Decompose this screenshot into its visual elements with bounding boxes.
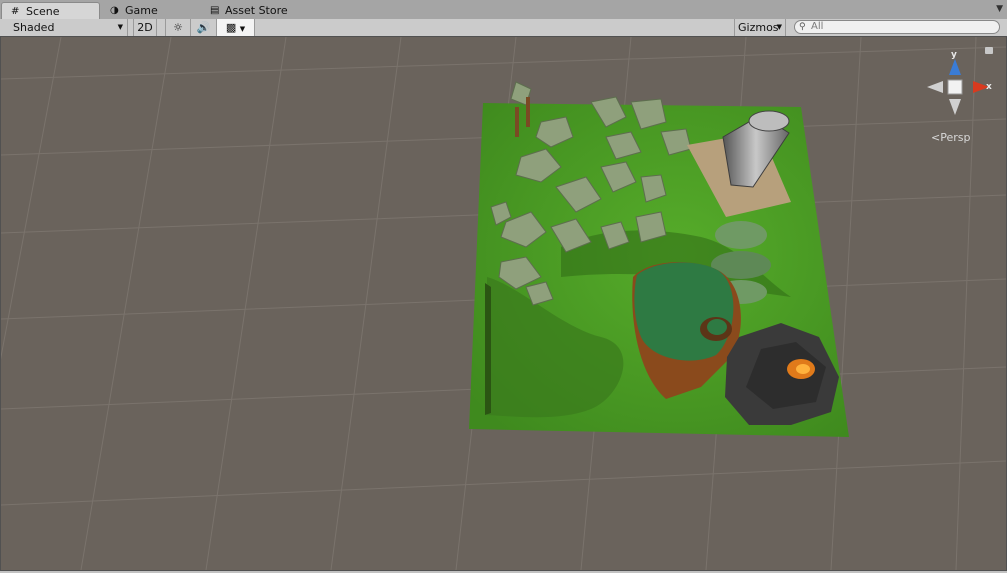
speaker-icon: 🔊 xyxy=(196,21,211,34)
shading-mode-dropdown[interactable]: Shaded ▼ xyxy=(6,19,128,36)
tab-menu-icon[interactable]: ▼ xyxy=(996,4,1003,14)
pacman-icon: ◑ xyxy=(110,5,119,16)
tab-game[interactable]: ◑ Game xyxy=(101,2,197,19)
tab-scene-label: Scene xyxy=(26,5,60,18)
tab-asset-store[interactable]: ▤ Asset Store xyxy=(201,2,311,19)
projection-toggle[interactable]: <Persp xyxy=(931,131,970,144)
tab-game-label: Game xyxy=(125,4,158,17)
axis-y-label: y xyxy=(951,50,957,60)
projection-label: Persp xyxy=(940,131,971,144)
lock-icon[interactable] xyxy=(985,47,993,54)
shading-mode-label: Shaded xyxy=(13,21,55,34)
chevron-down-icon: ▼ xyxy=(239,25,246,33)
search-placeholder: All xyxy=(811,21,824,32)
scene-render xyxy=(1,37,1006,570)
tab-asset-store-label: Asset Store xyxy=(225,4,288,17)
search-input[interactable]: ⚲ All xyxy=(794,20,1000,34)
effects-toggle-button[interactable]: ▩ ▼ xyxy=(217,19,255,36)
image-icon: ▩ xyxy=(225,21,237,34)
sun-icon: ☼ xyxy=(173,21,183,34)
tab-scene[interactable]: # Scene xyxy=(1,2,100,19)
scene-toolbar: Shaded ▼ 2D ☼ 🔊 ▩ ▼ Gizmos ▼ ⚲ All xyxy=(0,19,1007,37)
audio-toggle-button[interactable]: 🔊 xyxy=(191,19,217,36)
tab-bar: # Scene ◑ Game ▤ Asset Store ▼ xyxy=(0,0,1007,20)
chevron-left-icon: < xyxy=(931,131,941,144)
chevron-down-icon: ▼ xyxy=(776,23,782,31)
2d-toggle-button[interactable]: 2D xyxy=(133,19,157,36)
scene-viewport[interactable]: y x <Persp xyxy=(0,36,1007,571)
axis-x-label: x xyxy=(986,82,992,92)
grid-icon: # xyxy=(11,6,20,17)
search-icon: ⚲ xyxy=(799,22,806,32)
chevron-down-icon: ▼ xyxy=(117,23,123,31)
gizmos-label: Gizmos xyxy=(738,21,779,34)
2d-toggle-label: 2D xyxy=(137,21,153,34)
bag-icon: ▤ xyxy=(210,5,220,16)
lighting-toggle-button[interactable]: ☼ xyxy=(165,19,191,36)
gizmos-dropdown[interactable]: Gizmos ▼ xyxy=(734,19,786,36)
